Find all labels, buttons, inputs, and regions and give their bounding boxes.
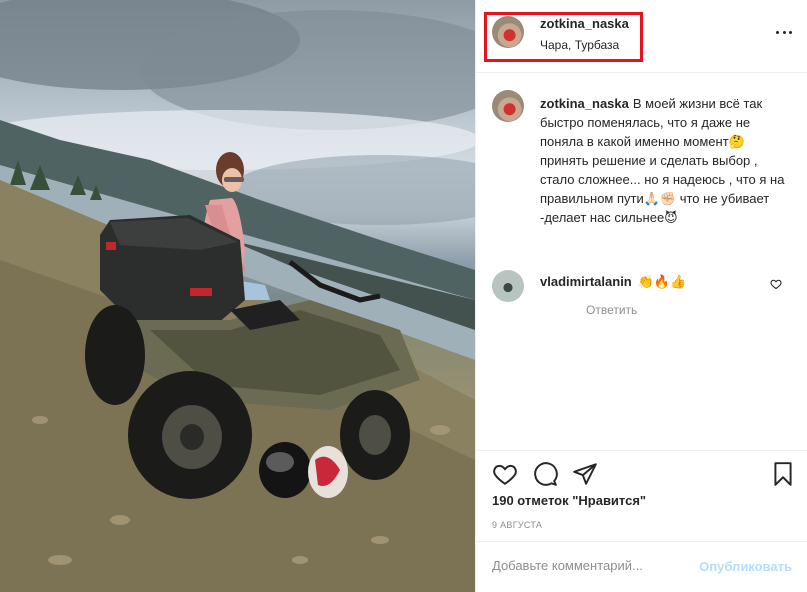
post-header: zotkina_naska Чара, Турбаза bbox=[476, 0, 807, 73]
bookmark-icon[interactable] bbox=[770, 461, 796, 487]
comment-icon[interactable] bbox=[532, 461, 558, 487]
comment-item: vladimirtalanin 👏🔥👍 bbox=[540, 272, 686, 291]
reply-button[interactable]: Ответить bbox=[586, 303, 637, 317]
post-actions: 190 отметок "Нравится" 9 августа Опублик… bbox=[476, 450, 807, 592]
heart-icon[interactable] bbox=[492, 461, 518, 487]
share-icon[interactable] bbox=[572, 461, 598, 487]
comments-section: zotkina_naska В моей жизни всё так быстро… bbox=[476, 74, 807, 450]
post-date[interactable]: 9 августа bbox=[492, 520, 542, 530]
post-details-panel: zotkina_naska Чара, Турбаза zotkina_nask… bbox=[475, 0, 807, 592]
more-options-icon[interactable] bbox=[776, 24, 792, 40]
caption-avatar[interactable] bbox=[492, 90, 524, 122]
publish-button[interactable]: Опубликовать bbox=[699, 559, 792, 574]
add-comment-bar: Опубликовать bbox=[476, 541, 807, 592]
comment-username[interactable]: vladimirtalanin bbox=[540, 274, 632, 289]
caption-text: В моей жизни всё так быстро поменялась, … bbox=[540, 96, 785, 225]
comment-avatar[interactable] bbox=[492, 270, 524, 302]
comment-heart-icon[interactable] bbox=[770, 278, 782, 290]
caption-username[interactable]: zotkina_naska bbox=[540, 96, 629, 111]
post-photo[interactable] bbox=[0, 0, 475, 592]
post-caption: zotkina_naska В моей жизни всё так быстро… bbox=[540, 94, 792, 227]
comment-input[interactable] bbox=[492, 558, 682, 573]
atv-photo-illustration bbox=[0, 0, 475, 592]
comment-text: 👏🔥👍 bbox=[637, 274, 687, 289]
highlight-box bbox=[484, 12, 643, 62]
likes-count[interactable]: 190 отметок "Нравится" bbox=[492, 493, 646, 508]
